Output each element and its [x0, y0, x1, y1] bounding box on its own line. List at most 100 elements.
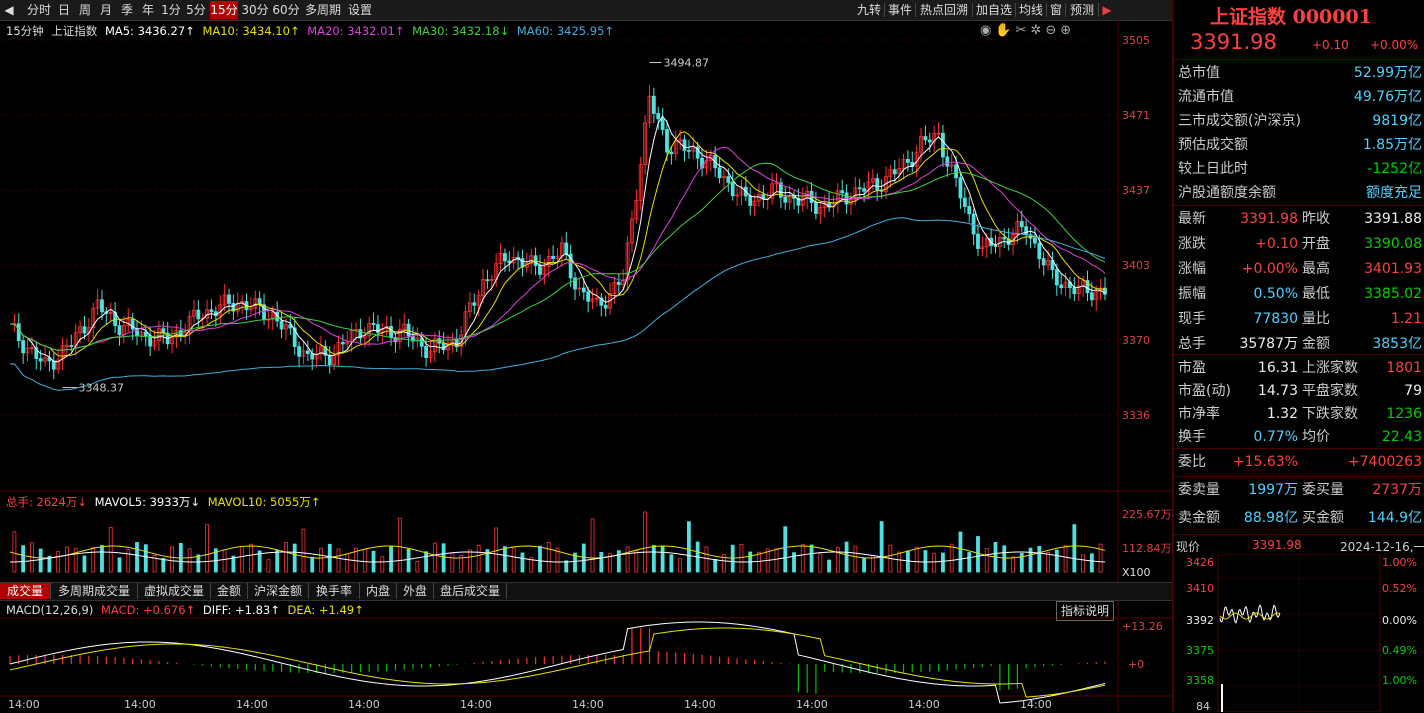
quote-value: 1236 [1386, 406, 1422, 422]
candle-body [178, 330, 183, 336]
time-axis-label: 14:00 [124, 698, 156, 711]
tab-5[interactable]: 换手率 [309, 583, 360, 599]
mini-price: 3391.98 [1252, 538, 1302, 552]
market-stat-row: 总市值 52.99万亿 [1176, 61, 1424, 85]
period-5-button[interactable]: 年 [139, 1, 157, 19]
arrow-left-icon[interactable]: ◀ [2, 1, 16, 19]
eye-icon[interactable]: ◉ [980, 23, 995, 38]
mini-intraday-chart[interactable]: 现价 3391.98 2024-12-16,一 3426 3410 3392 3375… [1174, 536, 1424, 713]
zoom-in-icon[interactable]: ⊕ [1060, 23, 1075, 38]
quote-label: 上涨家数 [1302, 360, 1358, 376]
volume-bar [126, 549, 131, 573]
volume-bar [792, 552, 796, 573]
arrow-right-icon[interactable]: ▶ [1100, 1, 1114, 19]
volume-bar [1054, 549, 1059, 573]
settings-icon[interactable]: ✲ [1030, 23, 1045, 38]
tab-6[interactable]: 内盘 [360, 583, 397, 599]
volume-bar [651, 545, 656, 573]
period-8-button[interactable]: 15分 [210, 1, 238, 19]
quote-label: 总手 [1178, 336, 1206, 352]
volume-bar [862, 557, 866, 573]
candle-body [1059, 284, 1064, 289]
volume-bar [520, 552, 525, 573]
candle-body [143, 331, 148, 337]
candle-body [38, 358, 43, 362]
tab-4[interactable]: 沪深金额 [248, 583, 309, 599]
candle-body [1033, 237, 1037, 244]
period-2-button[interactable]: 周 [76, 1, 94, 19]
tool-4-button[interactable]: 均线 [1018, 1, 1044, 19]
period-12-button[interactable]: 设置 [346, 1, 374, 19]
tab-7[interactable]: 外盘 [397, 583, 434, 599]
candle-body [327, 354, 332, 365]
volume-bar [65, 546, 69, 573]
period-3-button[interactable]: 月 [97, 1, 115, 19]
period-4-button[interactable]: 季 [118, 1, 136, 19]
period-1-button[interactable]: 日 [55, 1, 73, 19]
volume-bar [757, 551, 761, 573]
ma30-label: MA30: 3432.18↓ [412, 24, 510, 38]
tool-3-button[interactable]: 加自选 [975, 1, 1013, 19]
quote-value: 77830 [1253, 311, 1298, 327]
period-10-button[interactable]: 60分 [272, 1, 300, 19]
candle-body [603, 304, 608, 309]
quote-label: 金额 [1302, 336, 1330, 352]
volume-bar [809, 544, 814, 573]
volume-bar [932, 552, 937, 573]
candle-body [669, 151, 674, 155]
tab-2[interactable]: 虚拟成交量 [138, 583, 211, 599]
quote-value: 2737万 [1372, 482, 1422, 498]
candle-body [16, 323, 21, 342]
mini-left-axis-label: 3375 [1186, 644, 1214, 657]
quote-label: 卖金额 [1178, 510, 1220, 526]
time-axis-label: 14:00 [572, 698, 604, 711]
candle-body [783, 196, 788, 203]
scissors-icon[interactable]: ✂ [1016, 23, 1031, 38]
volume-axis-top: 225.67万 [1122, 508, 1172, 521]
volume-bar [581, 543, 586, 573]
tab-1[interactable]: 多周期成交量 [51, 583, 138, 599]
quote-label: 最高 [1302, 261, 1330, 277]
period-7-button[interactable]: 5分 [185, 1, 207, 19]
zoom-out-icon[interactable]: ⊖ [1045, 23, 1060, 38]
high-annotation: 3494.87 [663, 56, 709, 69]
low-annotation: 3348.37 [79, 382, 125, 395]
diff-line [9, 621, 1106, 704]
tool-5-button[interactable]: 窗 [1049, 1, 1063, 19]
quote-label: 振幅 [1178, 286, 1206, 302]
hand-icon[interactable]: ✋ [995, 23, 1015, 38]
tool-2-button[interactable]: 热点回溯 [918, 1, 970, 19]
quote-label: 买金额 [1302, 510, 1344, 526]
candle-body [730, 181, 735, 197]
candle-body [941, 132, 945, 158]
period-11-button[interactable]: 多周期 [303, 1, 343, 19]
tab-3[interactable]: 金额 [211, 583, 248, 599]
quote-value: 22.43 [1381, 429, 1422, 445]
candle-body [1037, 242, 1042, 260]
volume-bar [1028, 547, 1033, 573]
volume-bar [467, 549, 472, 573]
tab-0[interactable]: 成交量 [0, 583, 51, 599]
candle-body [1054, 269, 1059, 286]
tab-8[interactable]: 盘后成交量 [434, 583, 507, 599]
volume-bar [1011, 556, 1015, 573]
candle-body [954, 164, 958, 179]
candle-body [862, 188, 866, 192]
period-9-button[interactable]: 30分 [241, 1, 269, 19]
indicator-explain-button[interactable]: 指标说明 [1056, 601, 1115, 621]
tool-6-button[interactable]: 预测 [1068, 1, 1096, 19]
mavol10-line [9, 551, 1106, 563]
period-6-button[interactable]: 1分 [160, 1, 182, 19]
volume-legend: 总手: 2624万↓ MAVOL5: 3933万↓ MAVOL10: 5055万… [6, 494, 320, 510]
tool-1-button[interactable]: 事件 [887, 1, 913, 19]
volume-bar [406, 548, 411, 573]
volume-bar [205, 524, 210, 573]
mini-left-axis-label: 3392 [1186, 614, 1214, 627]
tool-0-button[interactable]: 九转 [856, 1, 882, 19]
candle-body [472, 302, 477, 306]
volume-total-label: 总手: 2624万↓ [6, 495, 87, 509]
quote-value: 1801 [1386, 360, 1422, 376]
period-0-button[interactable]: 分时 [26, 1, 52, 19]
volume-bar [643, 511, 647, 573]
candle-body [814, 202, 818, 214]
